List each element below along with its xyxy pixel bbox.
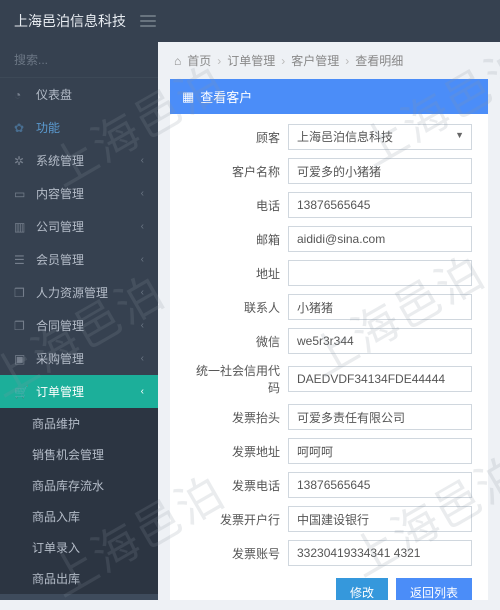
building-icon: ▥ — [14, 220, 30, 234]
brand-title: 上海邑泊信息科技 — [14, 11, 126, 31]
invtitle-label: 发票抬头 — [186, 409, 288, 426]
chevron-left-icon: ‹ — [141, 188, 144, 199]
invphone-label: 发票电话 — [186, 477, 288, 494]
name-label: 客户名称 — [186, 163, 288, 180]
chevron-left-icon: ‹ — [141, 254, 144, 265]
chevron-right-icon: › — [345, 54, 349, 68]
sidebar-item-company[interactable]: ▥公司管理‹ — [0, 210, 158, 243]
addr-label: 地址 — [186, 265, 288, 282]
chevron-right-icon: › — [217, 54, 221, 68]
credit-label: 统一社会信用代码 — [186, 362, 288, 396]
owner-select[interactable]: 上海邑泊信息科技 — [288, 124, 472, 150]
invaddr-label: 发票地址 — [186, 443, 288, 460]
invphone-input[interactable] — [288, 472, 472, 498]
chevron-left-icon: ‹ — [141, 320, 144, 331]
sidebar-item-features[interactable]: ✿功能 — [0, 111, 158, 144]
star-icon: ✿ — [14, 121, 30, 135]
crumb-home[interactable]: 首页 — [187, 52, 211, 69]
contact-input[interactable] — [288, 294, 472, 320]
gauge-icon: ◔ — [14, 88, 30, 102]
submenu-item-inbound[interactable]: 商品入库 — [0, 501, 158, 532]
sidebar-item-order[interactable]: 🛒订单管理‹ — [0, 375, 158, 408]
sidebar-item-contract[interactable]: ❐合同管理‹ — [0, 309, 158, 342]
submenu-item-outbound[interactable]: 商品出库 — [0, 563, 158, 594]
sidebar-search[interactable]: ⌕ — [0, 42, 158, 78]
box-icon: ▣ — [14, 352, 30, 366]
edit-button[interactable]: 修改 — [336, 578, 388, 600]
back-button[interactable]: 返回列表 — [396, 578, 472, 600]
doc-icon: ▭ — [14, 187, 30, 201]
submenu-item-product[interactable]: 商品维护 — [0, 408, 158, 439]
breadcrumb: ⌂ 首页 › 订单管理 › 客户管理 › 查看明细 — [158, 42, 500, 79]
crumb-detail: 查看明细 — [355, 52, 403, 69]
wechat-input[interactable] — [288, 328, 472, 354]
panel-title: 查看客户 — [200, 87, 252, 106]
sidebar-item-hr[interactable]: ❒人力资源管理‹ — [0, 276, 158, 309]
main-content: ⌂ 首页 › 订单管理 › 客户管理 › 查看明细 ▦ 查看客户 顾客上海邑泊信息科技… — [158, 42, 500, 600]
search-input[interactable] — [14, 53, 158, 67]
submenu-item-stock[interactable]: 商品库存流水 — [0, 470, 158, 501]
invtitle-input[interactable] — [288, 404, 472, 430]
invacct-label: 发票账号 — [186, 545, 288, 562]
crumb-customer[interactable]: 客户管理 — [291, 52, 339, 69]
menu-toggle-icon[interactable] — [140, 15, 156, 27]
submenu-item-sales[interactable]: 销售机会管理 — [0, 439, 158, 470]
sidebar-item-member[interactable]: ☰会员管理‹ — [0, 243, 158, 276]
email-label: 邮箱 — [186, 231, 288, 248]
chevron-left-icon: ‹ — [141, 155, 144, 166]
name-input[interactable] — [288, 158, 472, 184]
sidebar-item-purchase[interactable]: ▣采购管理‹ — [0, 342, 158, 375]
sidebar-item-dashboard[interactable]: ◔仪表盘 — [0, 78, 158, 111]
owner-label: 顾客 — [186, 129, 288, 146]
file-icon: ❐ — [14, 319, 30, 333]
panel-header: ▦ 查看客户 — [170, 79, 488, 114]
invacct-input[interactable] — [288, 540, 472, 566]
chevron-left-icon: ‹ — [141, 386, 144, 397]
wechat-label: 微信 — [186, 333, 288, 350]
submenu-item-orderin[interactable]: 订单录入 — [0, 532, 158, 563]
chevron-left-icon: ‹ — [141, 353, 144, 364]
sidebar: ⌕ ◔仪表盘 ✿功能 ✲系统管理‹ ▭内容管理‹ ▥公司管理‹ ☰会员管理‹ ❒… — [0, 42, 158, 600]
phone-label: 电话 — [186, 197, 288, 214]
phone-input[interactable] — [288, 192, 472, 218]
chevron-left-icon: ‹ — [141, 221, 144, 232]
chevron-left-icon: ‹ — [141, 287, 144, 298]
sidebar-item-content[interactable]: ▭内容管理‹ — [0, 177, 158, 210]
contact-label: 联系人 — [186, 299, 288, 316]
home-icon[interactable]: ⌂ — [174, 54, 181, 68]
chevron-right-icon: › — [281, 54, 285, 68]
sidebar-item-system[interactable]: ✲系统管理‹ — [0, 144, 158, 177]
grid-icon: ▦ — [182, 89, 194, 105]
user-icon: ☰ — [14, 253, 30, 267]
cog-icon: ✲ — [14, 154, 30, 168]
cart-icon: 🛒 — [14, 385, 30, 399]
addr-input[interactable] — [288, 260, 472, 286]
order-submenu: 商品维护 销售机会管理 商品库存流水 商品入库 订单录入 商品出库 客户管理 客… — [0, 408, 158, 600]
users-icon: ❒ — [14, 286, 30, 300]
topbar: 上海邑泊信息科技 — [0, 0, 500, 42]
email-input[interactable] — [288, 226, 472, 252]
invbank-input[interactable] — [288, 506, 472, 532]
credit-input[interactable] — [288, 366, 472, 392]
submenu-item-customer[interactable]: 客户管理 — [0, 594, 158, 600]
invbank-label: 发票开户行 — [186, 511, 288, 528]
customer-panel: ▦ 查看客户 顾客上海邑泊信息科技 客户名称 电话 邮箱 地址 联系人 微信 统… — [170, 79, 488, 600]
invaddr-input[interactable] — [288, 438, 472, 464]
crumb-order[interactable]: 订单管理 — [227, 52, 275, 69]
